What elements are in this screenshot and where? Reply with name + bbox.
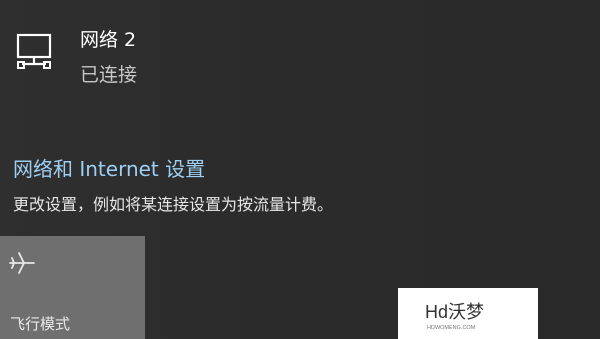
network-status: 已连接 xyxy=(80,64,138,86)
network-connection-item[interactable]: 网络 2 已连接 xyxy=(10,24,270,94)
network-internet-settings-link[interactable]: 网络和 Internet 设置 xyxy=(13,156,205,182)
airplane-mode-toggle[interactable]: 飞行模式 xyxy=(0,236,145,339)
watermark: Hd沃梦 HDWOMENG.COM xyxy=(398,288,538,339)
airplane-icon xyxy=(9,250,35,276)
settings-description: 更改设置，例如将某连接设置为按流量计费。 xyxy=(13,195,334,214)
watermark-logo: Hd沃梦 HDWOMENG.COM xyxy=(425,297,535,333)
svg-text:HDWOMENG.COM: HDWOMENG.COM xyxy=(427,325,476,331)
airplane-mode-label: 飞行模式 xyxy=(10,315,71,333)
network-name: 网络 2 xyxy=(80,29,137,51)
ethernet-icon xyxy=(14,32,54,72)
svg-text:Hd沃梦: Hd沃梦 xyxy=(425,302,484,322)
